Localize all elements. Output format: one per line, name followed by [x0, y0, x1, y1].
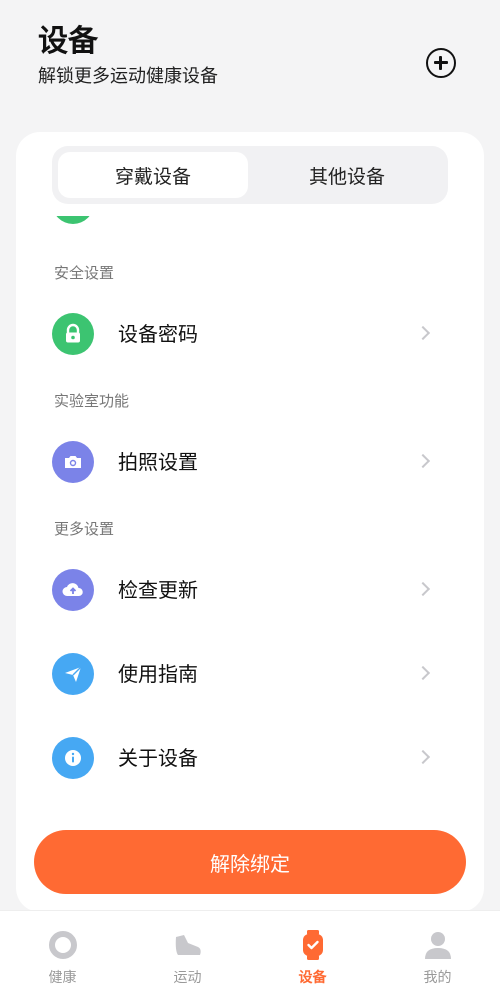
list-item-check-update[interactable]: 检查更新 [16, 548, 484, 632]
tab-sports[interactable]: 运动 [125, 911, 250, 993]
section-label-security: 安全设置 [54, 264, 115, 282]
tab-other-devices[interactable]: 其他设备 [252, 152, 442, 198]
tab-label: 健康 [48, 970, 77, 986]
chevron-right-icon [415, 325, 431, 341]
list-item-about-device[interactable]: 关于设备 [16, 716, 484, 800]
device-type-switch: 穿戴设备 其他设备 [52, 146, 448, 204]
chevron-right-icon [415, 581, 431, 597]
tab-health[interactable]: 健康 [0, 911, 125, 993]
tab-wearable-devices[interactable]: 穿戴设备 [58, 152, 248, 198]
lock-icon [52, 313, 94, 355]
tab-label: 设备 [298, 970, 327, 986]
list-item-label: 设备密码 [118, 322, 198, 346]
list-item-label: 使用指南 [118, 662, 198, 686]
page-title: 设备 [38, 24, 98, 59]
bottom-tab-bar: 健康 运动 设备 我的 [0, 910, 500, 993]
tab-label: 运动 [173, 970, 202, 986]
chevron-right-icon [415, 749, 431, 765]
section-label-lab: 实验室功能 [54, 392, 130, 410]
settings-card: 穿戴设备 其他设备 安全设置 设备密码 实验室功能 拍照设置 更多设置 检查更新… [16, 132, 484, 912]
page-header: 设备 解锁更多运动健康设备 [38, 22, 218, 90]
page-subtitle: 解锁更多运动健康设备 [38, 66, 218, 87]
list-item-label: 关于设备 [118, 746, 198, 770]
camera-icon [52, 441, 94, 483]
list-item-partial[interactable] [52, 216, 452, 224]
chevron-right-icon [415, 453, 431, 469]
partial-item-icon [52, 216, 94, 224]
unbind-button[interactable]: 解除绑定 [34, 830, 466, 894]
tab-label: 我的 [423, 970, 452, 986]
list-item-device-password[interactable]: 设备密码 [16, 292, 484, 376]
person-icon [422, 929, 454, 961]
tab-mine[interactable]: 我的 [375, 911, 500, 993]
settings-list: 安全设置 设备密码 实验室功能 拍照设置 更多设置 检查更新 使用指南 关于设备 [16, 216, 484, 828]
tab-devices[interactable]: 设备 [250, 911, 375, 993]
list-item-user-guide[interactable]: 使用指南 [16, 632, 484, 716]
section-label-more: 更多设置 [54, 520, 115, 538]
watch-icon [297, 929, 329, 961]
paper-plane-icon [52, 653, 94, 695]
health-ring-icon [47, 929, 79, 961]
info-icon [52, 737, 94, 779]
list-item-label: 拍照设置 [118, 450, 198, 474]
shoe-icon [172, 929, 204, 961]
list-item-label: 检查更新 [118, 578, 198, 602]
cloud-upload-icon [52, 569, 94, 611]
chevron-right-icon [415, 665, 431, 681]
list-item-camera-settings[interactable]: 拍照设置 [16, 420, 484, 504]
add-device-icon[interactable] [426, 48, 456, 78]
